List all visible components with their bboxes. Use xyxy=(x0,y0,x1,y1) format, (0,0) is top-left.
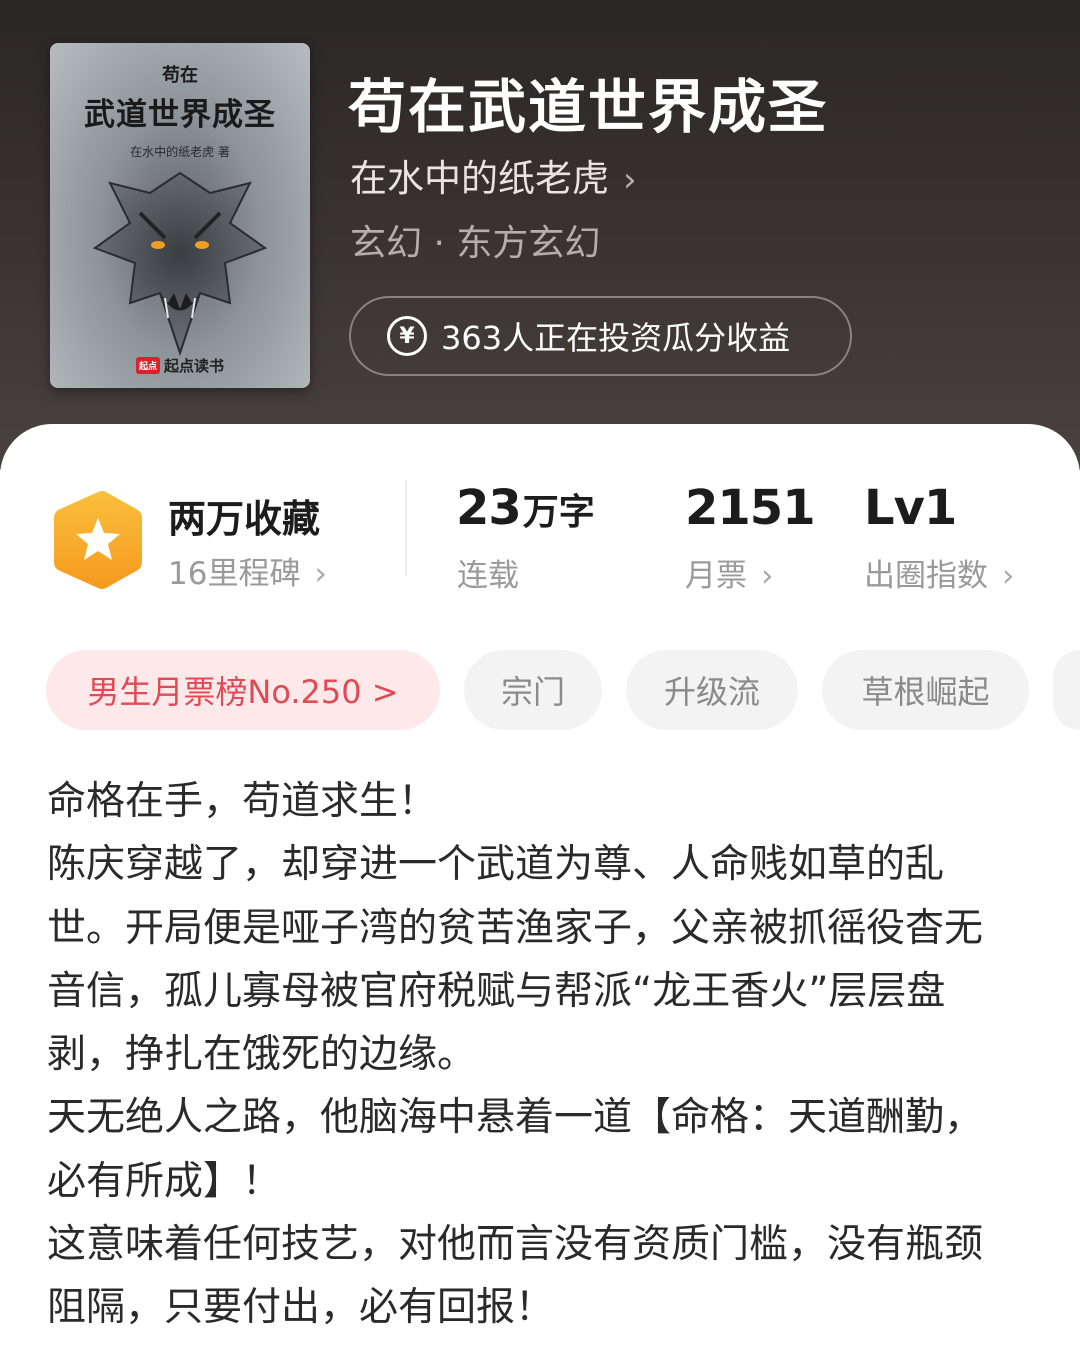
milestones-label: 16里程碑 xyxy=(168,556,301,592)
tag-zongmen[interactable]: 宗门 xyxy=(464,650,602,730)
monthly-votes-label: 月票 xyxy=(685,558,747,594)
chevron-right-icon: › xyxy=(314,556,327,592)
word-count-unit: 万字 xyxy=(522,492,595,533)
chevron-right-icon: › xyxy=(761,558,774,594)
author-name: 在水中的纸老虎 xyxy=(350,157,609,200)
tag-caogenjueqi[interactable]: 草根崛起 xyxy=(822,650,1029,730)
publisher-logo: 起点 xyxy=(135,357,160,374)
synopsis-paragraph: 天无绝人之路，他脑海中悬着一道【命格：天道酬勤，必有所成】！ xyxy=(47,1095,984,1204)
invest-button[interactable]: ¥ 363人正在投资瓜分收益 xyxy=(349,296,852,376)
synopsis-paragraph: 这意味着任何技艺，对他而言没有资质门槛，没有瓶颈阻隔，只要付出，必有回报！ xyxy=(47,1222,984,1331)
serial-status: 连载 xyxy=(457,558,519,594)
popularity-index-label: 出圈指数 xyxy=(864,558,988,594)
popularity-index-link[interactable]: 出圈指数 › xyxy=(864,550,1014,595)
monthly-votes-count: 2151 xyxy=(685,480,816,536)
star-hexagon-icon xyxy=(54,491,142,589)
synopsis-paragraph: 命格在手，苟道求生！ xyxy=(47,779,438,824)
book-cover[interactable]: 苟在 武道世界成圣 在水中的纸老虎 著 起点 起点读书 xyxy=(50,43,310,388)
divider xyxy=(405,480,407,576)
synopsis: 命格在手，苟道求生！ 陈庆穿越了，却穿进一个武道为尊、人命贱如草的乱世。开局便是… xyxy=(47,770,1007,1340)
chevron-right-icon: › xyxy=(623,160,637,200)
favorites-count: 两万收藏 xyxy=(168,497,321,541)
monthly-votes-link[interactable]: 月票 › xyxy=(685,550,773,595)
cover-small-title: 苟在 xyxy=(162,65,198,86)
cover-publisher: 起点 起点读书 xyxy=(50,355,310,376)
dragon-cover-art xyxy=(92,171,268,357)
synopsis-paragraph: 陈庆穿越了，却穿进一个武道为尊、人命贱如草的乱世。开局便是哑子湾的贫苦渔家子，父… xyxy=(47,842,984,1078)
author-link[interactable]: 在水中的纸老虎 › xyxy=(350,148,637,202)
genre-label: 玄幻 · 东方玄幻 xyxy=(350,223,601,264)
milestones-link[interactable]: 16里程碑 › xyxy=(168,548,327,593)
publisher-name: 起点读书 xyxy=(164,357,225,375)
popularity-level: Lv1 xyxy=(864,480,957,536)
tag-overflow[interactable] xyxy=(1053,650,1080,730)
tag-shengjiliu[interactable]: 升级流 xyxy=(626,650,798,730)
word-count: 23万字 xyxy=(456,480,595,536)
yen-circle-icon: ¥ xyxy=(387,316,427,356)
cover-title: 武道世界成圣 xyxy=(84,97,276,133)
rank-tag[interactable]: 男生月票榜No.250 > xyxy=(46,650,440,730)
chevron-right-icon: › xyxy=(1002,558,1015,594)
book-title: 苟在武道世界成圣 xyxy=(348,73,829,141)
word-count-value: 23 xyxy=(456,480,522,536)
invest-text: 363人正在投资瓜分收益 xyxy=(441,319,791,357)
